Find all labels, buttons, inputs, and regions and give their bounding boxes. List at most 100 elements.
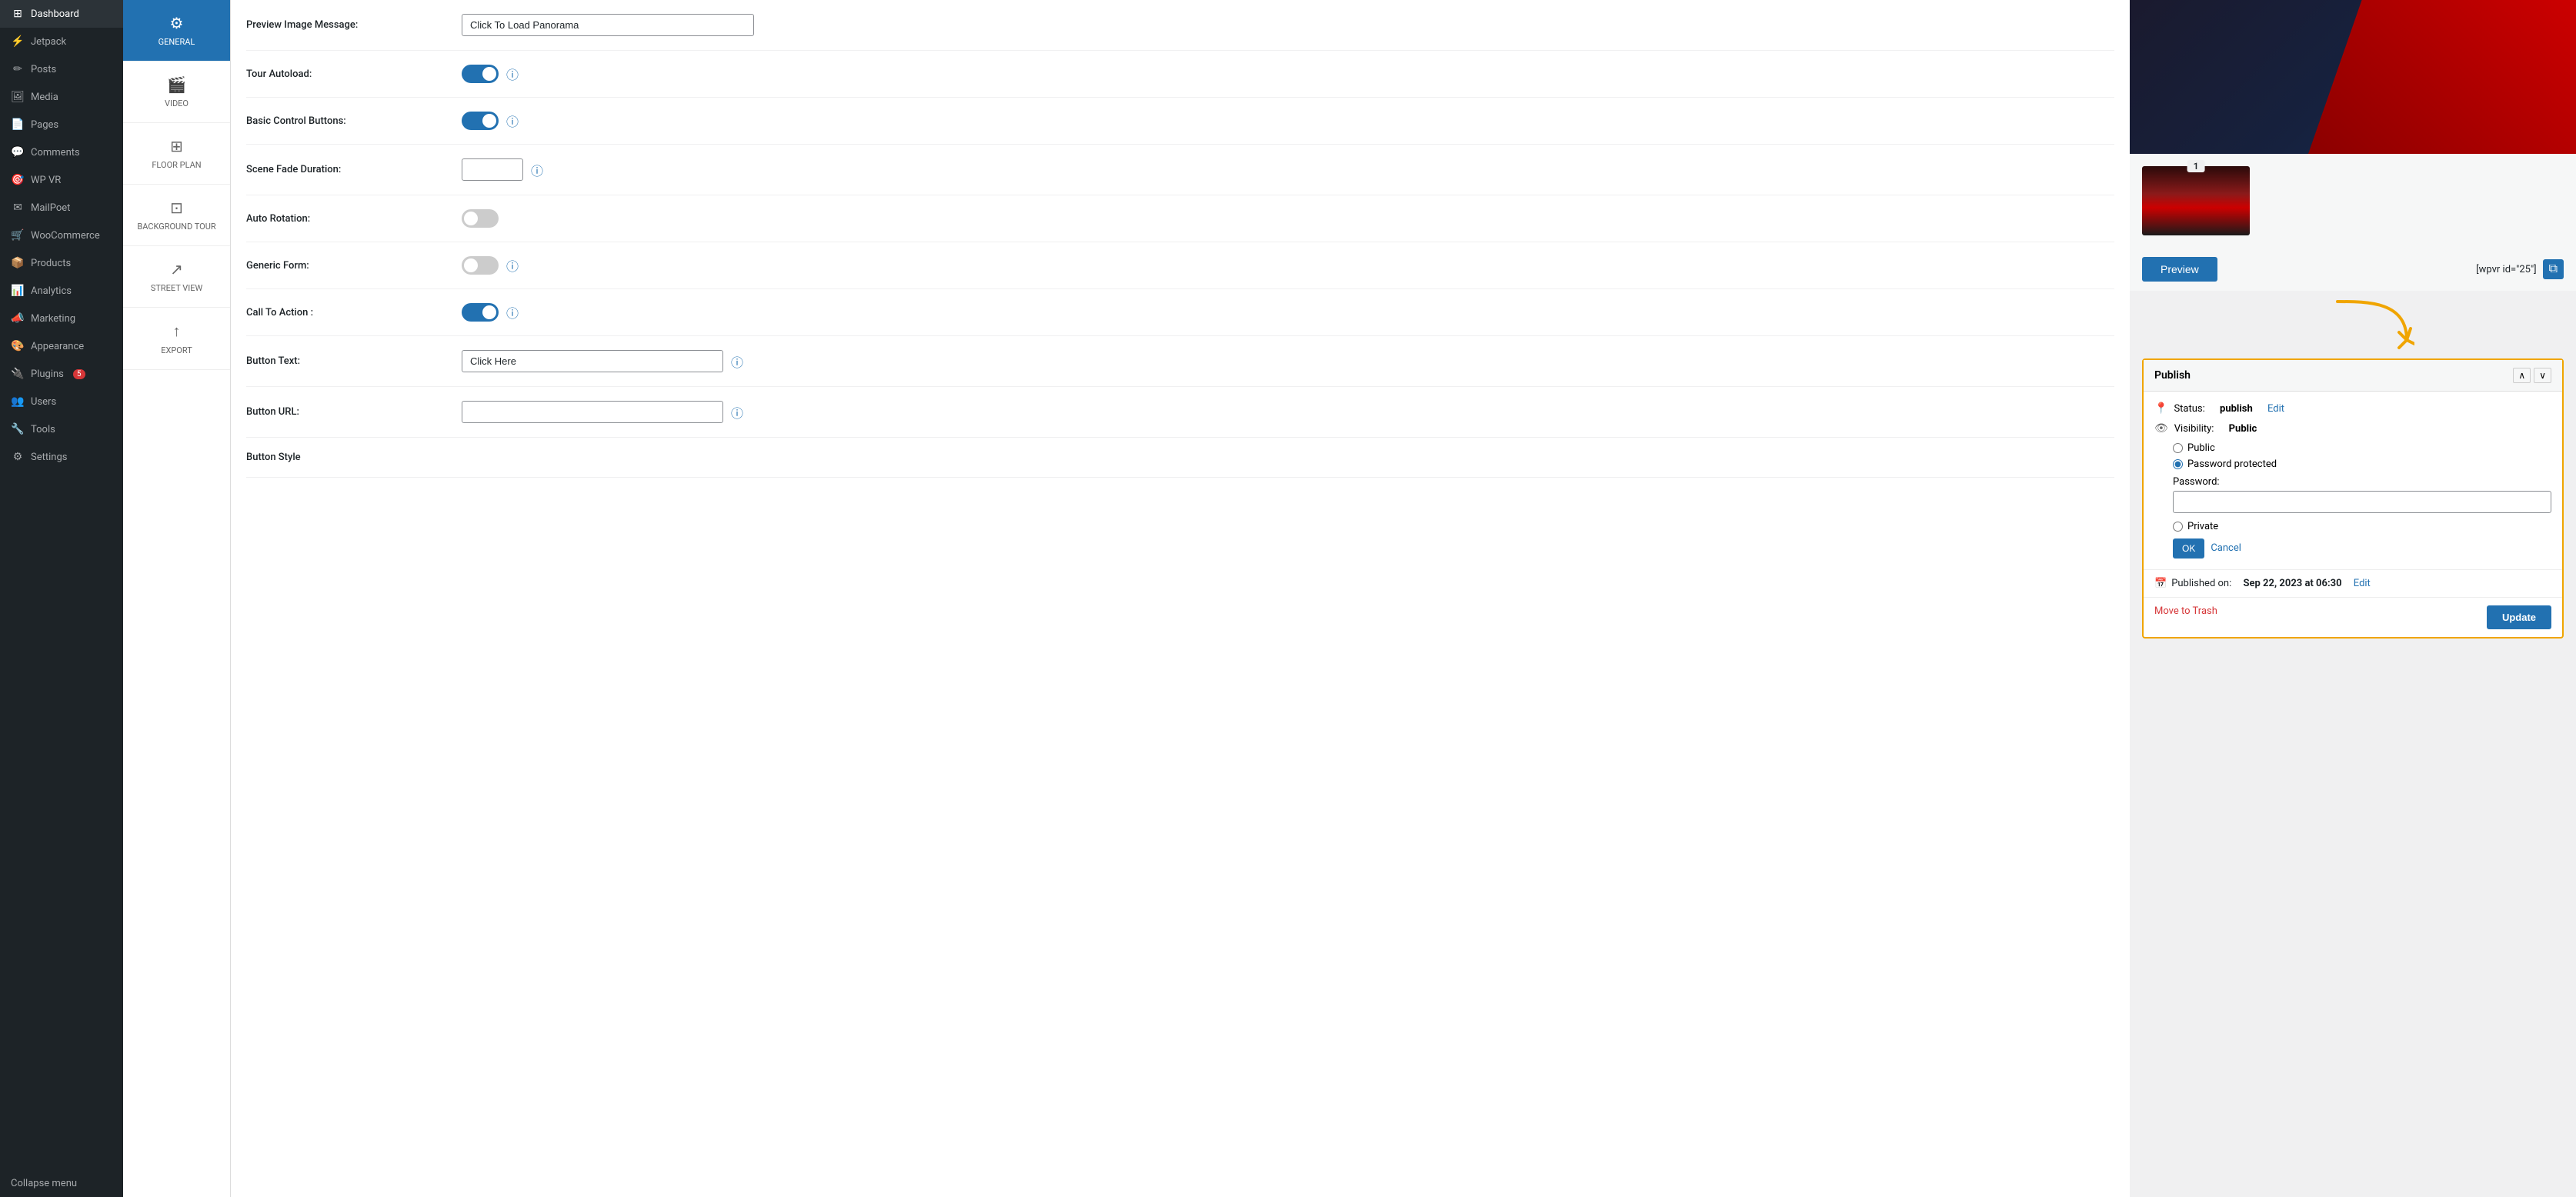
toggle-tour-autoload[interactable] [462,65,499,83]
sidebar-item-label: WooCommerce [31,230,100,242]
control-auto-rotation [462,209,2114,228]
sidebar-item-dashboard[interactable]: ⊞ Dashboard [0,0,123,28]
sidebar-item-tools[interactable]: 🔧 Tools [0,415,123,443]
users-icon: 👥 [11,395,25,408]
sub-sidebar-item-general[interactable]: ⚙ GENERAL [123,0,230,62]
setting-call-to-action: Call To Action : ⓘ [246,289,2114,336]
thumbnail-image [2142,166,2250,235]
sidebar-item-appearance[interactable]: 🎨 Appearance [0,332,123,360]
toggle-slider [462,65,499,83]
setting-tour-autoload: Tour Autoload: ⓘ [246,51,2114,98]
general-icon: ⚙ [170,14,184,32]
sidebar-item-label: Settings [31,452,67,463]
preview-actions: Preview [wpvr id="25"] ⧉ [2130,248,2576,291]
toggle-call-to-action[interactable] [462,303,499,322]
sub-sidebar-item-street-view[interactable]: ↗ STREET VIEW [123,246,230,308]
radio-password-input[interactable] [2173,459,2183,469]
info-generic-form[interactable]: ⓘ [506,256,519,275]
toggle-generic-form[interactable] [462,256,499,275]
info-basic-control-buttons[interactable]: ⓘ [506,112,519,130]
sidebar-item-mailpoet[interactable]: ✉ MailPoet [0,194,123,222]
mailpoet-icon: ✉ [11,202,25,214]
setting-auto-rotation: Auto Rotation: [246,195,2114,242]
sidebar-item-woocommerce[interactable]: 🛒 WooCommerce [0,222,123,249]
setting-button-text: Button Text: ⓘ [246,336,2114,387]
analytics-icon: 📊 [11,285,25,297]
setting-basic-control-buttons: Basic Control Buttons: ⓘ [246,98,2114,145]
control-scene-fade-duration: ⓘ [462,158,2114,181]
toggle-slider [462,303,499,322]
radio-public[interactable]: Public [2173,442,2551,454]
ok-button[interactable]: OK [2173,538,2204,558]
preview-button[interactable]: Preview [2142,257,2217,282]
label-button-url: Button URL: [246,406,462,418]
setting-preview-image-message: Preview Image Message: [246,0,2114,51]
setting-scene-fade-duration: Scene Fade Duration: ⓘ [246,145,2114,195]
sidebar-item-comments[interactable]: 💬 Comments [0,138,123,166]
sidebar-item-label: Appearance [31,341,84,352]
info-button-text[interactable]: ⓘ [731,352,743,371]
info-tour-autoload[interactable]: ⓘ [506,65,519,83]
published-on: 📅 Published on: Sep 22, 2023 at 06:30 Ed… [2154,578,2371,589]
label-button-text: Button Text: [246,355,462,367]
label-scene-fade-duration: Scene Fade Duration: [246,164,462,175]
status-edit-link[interactable]: Edit [2267,403,2284,415]
appearance-icon: 🎨 [11,340,25,352]
radio-password-protected[interactable]: Password protected [2173,458,2551,470]
sidebar-item-jetpack[interactable]: ⚡ Jetpack [0,28,123,55]
sidebar-item-products[interactable]: 📦 Products [0,249,123,277]
update-button[interactable]: Update [2487,605,2551,629]
sidebar-item-label: Marketing [31,313,75,325]
visibility-label: Visibility: [2174,423,2214,435]
radio-password-label: Password protected [2187,458,2277,470]
input-button-text[interactable] [462,350,723,372]
toggle-basic-control-buttons[interactable] [462,112,499,130]
sidebar-item-settings[interactable]: ⚙ Settings [0,443,123,471]
arrow-container [2130,291,2576,358]
sidebar-item-media[interactable]: 🖼 Media [0,83,123,111]
sub-sidebar-label: VIDEO [165,98,189,108]
radio-public-input[interactable] [2173,443,2183,453]
sub-sidebar-item-floor-plan[interactable]: ⊞ FLOOR PLAN [123,123,230,185]
sidebar-item-marketing[interactable]: 📣 Marketing [0,305,123,332]
control-basic-control-buttons: ⓘ [462,112,2114,130]
radio-private-input[interactable] [2173,522,2183,532]
setting-button-url: Button URL: ⓘ [246,387,2114,438]
sidebar-item-posts[interactable]: ✏ Posts [0,55,123,83]
publish-collapse-up[interactable]: ∧ [2513,368,2531,383]
password-input[interactable] [2173,491,2551,513]
visibility-value: Public [2229,423,2257,435]
info-button-url[interactable]: ⓘ [731,403,743,422]
published-on-edit[interactable]: Edit [2354,578,2371,589]
sidebar-item-pages[interactable]: 📄 Pages [0,111,123,138]
publish-collapse-down[interactable]: ∨ [2534,368,2551,383]
toggle-auto-rotation[interactable] [462,209,499,228]
info-call-to-action[interactable]: ⓘ [506,303,519,322]
sub-sidebar-item-export[interactable]: ↑ EXPORT [123,308,230,370]
sub-sidebar-label: BACKGROUND TOUR [137,222,215,232]
sidebar-item-users[interactable]: 👥 Users [0,388,123,415]
street-view-icon: ↗ [170,260,183,278]
input-scene-fade-duration[interactable] [462,158,523,181]
background-tour-icon: ⊡ [170,198,183,217]
sub-sidebar-item-background-tour[interactable]: ⊡ BACKGROUND TOUR [123,185,230,246]
copy-shortcode-button[interactable]: ⧉ [2543,259,2564,279]
move-to-trash-link[interactable]: Move to Trash [2154,605,2217,629]
sidebar-item-wpvr[interactable]: 🎯 WP VR [0,166,123,194]
tools-icon: 🔧 [11,423,25,435]
input-preview-image-message[interactable] [462,14,754,36]
radio-private[interactable]: Private [2173,521,2551,532]
sidebar: ⊞ Dashboard ⚡ Jetpack ✏ Posts 🖼 Media 📄 … [0,0,123,1197]
status-icon: 📍 [2154,402,2167,415]
products-icon: 📦 [11,257,25,269]
plugins-badge: 5 [73,369,85,379]
sub-sidebar-item-video[interactable]: 🎬 VIDEO [123,62,230,123]
publish-ok-cancel: OK Cancel [2173,538,2551,558]
cancel-link[interactable]: Cancel [2211,538,2241,558]
sidebar-item-plugins[interactable]: 🔌 Plugins 5 [0,360,123,388]
sub-sidebar: ⚙ GENERAL 🎬 VIDEO ⊞ FLOOR PLAN ⊡ BACKGRO… [123,0,231,1197]
sidebar-item-analytics[interactable]: 📊 Analytics [0,277,123,305]
info-scene-fade-duration[interactable]: ⓘ [531,161,543,179]
collapse-menu[interactable]: Collapse menu [0,1170,123,1197]
input-button-url[interactable] [462,401,723,423]
